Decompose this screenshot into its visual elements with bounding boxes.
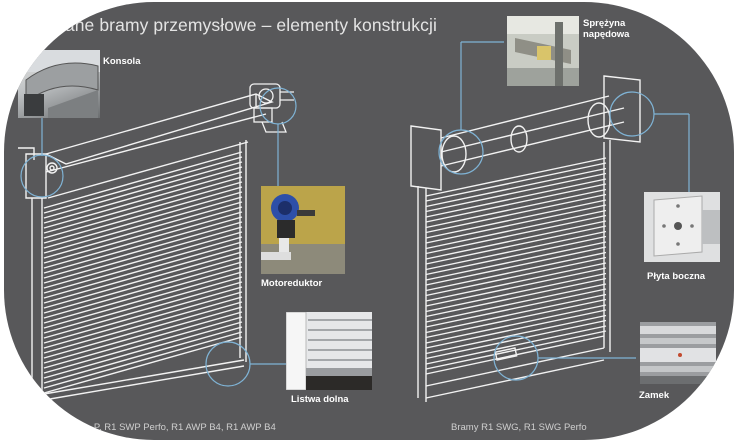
door-slat bbox=[43, 211, 243, 274]
door-slat bbox=[43, 291, 243, 354]
door-slat bbox=[43, 221, 243, 284]
door-slat bbox=[43, 321, 243, 384]
door-slat bbox=[43, 301, 243, 364]
door-slat bbox=[43, 201, 243, 264]
label-motoreduktor: Motoreduktor bbox=[261, 278, 323, 289]
left-door bbox=[18, 83, 294, 401]
caption-left: ...P, R1 SWP Perfo, R1 AWP B4, R1 AWP B4 bbox=[86, 422, 276, 433]
label-plyta-boczna: Płyta boczna bbox=[647, 271, 706, 282]
sprezyna-photo bbox=[507, 16, 579, 86]
page-title: ...ane bramy przemysłowe – elementy kons… bbox=[50, 15, 437, 35]
door-slat bbox=[43, 231, 243, 294]
door-slat bbox=[43, 171, 243, 234]
listwa-dolna-photo bbox=[286, 312, 372, 390]
door-slat bbox=[43, 191, 243, 254]
label-listwa-dolna: Listwa dolna bbox=[291, 394, 349, 405]
diagram-stage: Konsola Motoreduktor Listwa dolna Spręży… bbox=[4, 2, 734, 440]
door-slat bbox=[43, 261, 243, 324]
label-zamek: Zamek bbox=[639, 390, 670, 401]
door-slat bbox=[43, 251, 243, 314]
label-konsola: Konsola bbox=[103, 56, 141, 67]
label-sprezyna: Sprężyna napędowa bbox=[583, 18, 629, 40]
konsola-photo bbox=[18, 50, 100, 118]
door-slat bbox=[43, 281, 243, 344]
door-slat bbox=[43, 271, 243, 334]
caption-right: Bramy R1 SWG, R1 SWG Perfo bbox=[451, 422, 587, 433]
label-sprezyna-line1: Sprężyna bbox=[583, 18, 626, 29]
door-slat bbox=[43, 311, 243, 374]
plyta-boczna-photo bbox=[644, 192, 720, 262]
zamek-photo bbox=[640, 322, 716, 384]
door-slat bbox=[43, 241, 243, 304]
right-door bbox=[410, 75, 641, 402]
label-sprezyna-line2: napędowa bbox=[583, 29, 630, 40]
motoreduktor-photo bbox=[261, 186, 345, 274]
